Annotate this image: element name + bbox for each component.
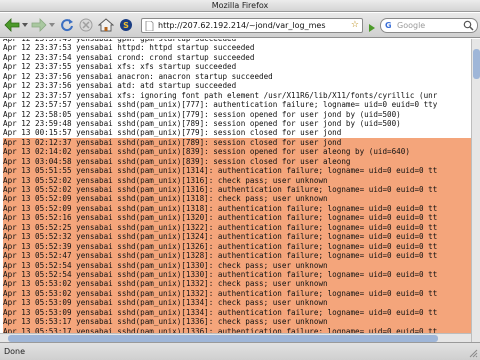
home-icon bbox=[98, 18, 114, 32]
log-line: Apr 12 23:37:53 yensabai httpd: httpd st… bbox=[3, 43, 255, 53]
navigation-toolbar: S http://207.62.192.214/~jond/var_log_me… bbox=[0, 13, 480, 38]
back-arrow-icon bbox=[4, 18, 20, 32]
window-title: Mozilla Firefox bbox=[211, 1, 269, 10]
log-line: Apr 13 05:52:25 yensabai sshd(pam_unix)[… bbox=[3, 222, 471, 233]
log-line: Apr 13 05:53:09 yensabai sshd(pam_unix)[… bbox=[3, 298, 471, 308]
log-text: Apr 12 23:37:49 yensabai gpm: gpm startu… bbox=[0, 39, 471, 342]
url-text[interactable]: http://207.62.192.214/~jond/var_log_mes bbox=[158, 19, 346, 32]
bookmark-star-icon[interactable]: ☆ bbox=[351, 20, 359, 31]
reload-icon bbox=[61, 19, 73, 32]
log-line: Apr 13 05:52:32 yensabai sshd(pam_unix)[… bbox=[3, 232, 471, 242]
forward-history-dropdown[interactable] bbox=[49, 23, 55, 37]
log-line: Apr 13 02:12:37 yensabai sshd(pam_unix)[… bbox=[3, 137, 471, 148]
search-box[interactable]: G Google bbox=[380, 18, 478, 33]
log-line: Apr 12 23:37:56 yensabai atd: atd startu… bbox=[3, 81, 237, 91]
status-bar: Done bbox=[0, 342, 480, 360]
log-line: Apr 13 05:52:47 yensabai sshd(pam_unix)[… bbox=[3, 251, 471, 261]
log-line: Apr 13 05:51:55 yensabai sshd(pam_unix)[… bbox=[3, 166, 471, 176]
log-line: Apr 12 23:37:56 yensabai anacron: anacro… bbox=[3, 71, 273, 81]
log-line: Apr 13 05:52:16 yensabai sshd(pam_unix)[… bbox=[3, 213, 471, 223]
search-placeholder: Google bbox=[397, 21, 426, 30]
go-arrow-icon bbox=[369, 24, 375, 32]
log-line: Apr 12 23:37:57 yensabai xfs: ignoring f… bbox=[3, 90, 438, 100]
log-line: Apr 13 00:15:57 yensabai sshd(pam_unix)[… bbox=[3, 128, 342, 138]
window-titlebar: Mozilla Firefox bbox=[0, 0, 480, 12]
stop-icon bbox=[79, 18, 93, 32]
log-line: Apr 13 05:53:17 yensabai sshd(pam_unix)[… bbox=[3, 317, 471, 327]
resize-grip-icon[interactable] bbox=[469, 349, 478, 358]
back-button[interactable] bbox=[4, 18, 20, 32]
log-line: Apr 13 05:52:39 yensabai sshd(pam_unix)[… bbox=[3, 241, 471, 252]
vertical-scroll-thumb[interactable] bbox=[473, 49, 480, 79]
vertical-scrollbar[interactable] bbox=[471, 39, 480, 342]
url-bar[interactable]: http://207.62.192.214/~jond/var_log_mes … bbox=[141, 18, 363, 33]
google-icon[interactable]: G bbox=[385, 21, 394, 30]
logo-icon: S bbox=[120, 19, 132, 31]
log-line: Apr 12 23:58:05 yensabai sshd(pam_unix)[… bbox=[3, 109, 401, 119]
search-icon[interactable] bbox=[463, 20, 474, 31]
horizontal-scrollbar[interactable] bbox=[0, 333, 471, 342]
log-line: Apr 13 05:52:54 yensabai sshd(pam_unix)[… bbox=[3, 260, 471, 270]
log-line: Apr 13 05:53:09 yensabai sshd(pam_unix)[… bbox=[3, 307, 471, 318]
log-line: Apr 12 23:59:48 yensabai sshd(pam_unix)[… bbox=[3, 118, 401, 128]
status-text: Done bbox=[4, 347, 26, 356]
log-line: Apr 12 23:57:57 yensabai sshd(pam_unix)[… bbox=[3, 100, 438, 110]
log-line: Apr 13 02:14:02 yensabai sshd(pam_unix)[… bbox=[3, 147, 471, 157]
page-content: Apr 12 23:37:49 yensabai gpm: gpm startu… bbox=[0, 39, 471, 342]
log-line: Apr 12 23:37:54 yensabai crond: crond st… bbox=[3, 52, 255, 62]
log-line: Apr 13 05:53:02 yensabai sshd(pam_unix)[… bbox=[3, 279, 471, 289]
home-button[interactable] bbox=[98, 18, 114, 32]
log-line: Apr 13 03:04:58 yensabai sshd(pam_unix)[… bbox=[3, 156, 471, 167]
log-line: Apr 13 05:52:54 yensabai sshd(pam_unix)[… bbox=[3, 269, 471, 280]
back-history-dropdown[interactable] bbox=[22, 23, 28, 37]
svg-text:S: S bbox=[123, 21, 129, 30]
go-button[interactable] bbox=[367, 19, 377, 38]
stop-button[interactable] bbox=[79, 18, 93, 32]
log-line: Apr 13 05:52:09 yensabai sshd(pam_unix)[… bbox=[3, 203, 471, 214]
forward-arrow-icon bbox=[31, 18, 47, 32]
chevron-down-icon bbox=[22, 23, 28, 27]
chevron-down-icon bbox=[49, 23, 55, 27]
log-line: Apr 13 05:53:02 yensabai sshd(pam_unix)[… bbox=[3, 288, 471, 299]
log-line: Apr 13 05:52:09 yensabai sshd(pam_unix)[… bbox=[3, 194, 471, 204]
site-logo-button[interactable]: S bbox=[118, 18, 134, 32]
forward-button[interactable] bbox=[31, 18, 47, 32]
page-icon bbox=[145, 21, 154, 31]
horizontal-scroll-thumb[interactable] bbox=[8, 335, 438, 342]
log-line: Apr 12 23:37:55 yensabai xfs: xfs startu… bbox=[3, 62, 237, 72]
reload-button[interactable] bbox=[59, 18, 75, 32]
log-line: Apr 13 05:52:02 yensabai sshd(pam_unix)[… bbox=[3, 185, 471, 195]
log-line: Apr 13 05:52:02 yensabai sshd(pam_unix)[… bbox=[3, 175, 471, 185]
